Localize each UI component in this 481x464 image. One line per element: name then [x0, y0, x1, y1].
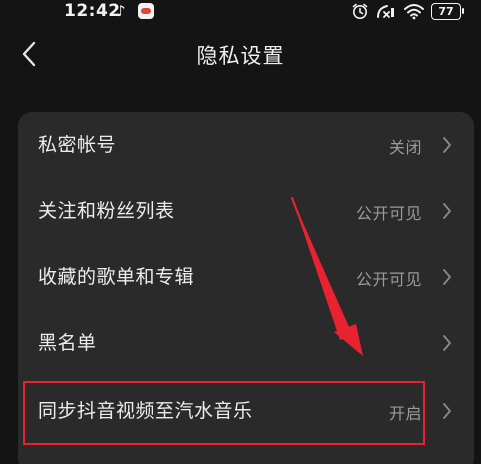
page-title: 隐私设置 [196, 44, 285, 68]
chevron-right-icon [443, 335, 451, 351]
setting-label: 收藏的歌单和专辑 [38, 266, 195, 288]
status-time: 12:42 [64, 1, 121, 21]
battery-indicator: 77 [431, 2, 464, 20]
setting-row-blacklist[interactable]: 黑名单 [18, 310, 474, 376]
app-notification-icon [138, 3, 154, 19]
status-bar: 12:42 ♪ 77 [0, 0, 481, 24]
chevron-right-icon [443, 137, 451, 153]
setting-value: 公开可见 [355, 204, 422, 223]
screen: 12:42 ♪ 77 隐私设置 私密帐号 关闭 关注和粉丝列表 公开可见 收藏的… [0, 0, 481, 464]
status-icons: 77 [351, 2, 464, 20]
chevron-right-icon [443, 203, 451, 219]
setting-label: 同步抖音视频至汽水音乐 [38, 400, 253, 422]
setting-value: 开启 [388, 404, 422, 423]
setting-row-saved-playlists[interactable]: 收藏的歌单和专辑 公开可见 [18, 244, 474, 310]
chevron-right-icon [443, 403, 451, 419]
wifi-icon [404, 4, 424, 20]
setting-value: 公开可见 [355, 270, 422, 289]
chevron-right-icon [443, 269, 451, 285]
setting-row-sync-douyin[interactable]: 同步抖音视频至汽水音乐 开启 [18, 378, 474, 444]
setting-label: 私密帐号 [38, 134, 117, 156]
signal-off-icon [377, 5, 394, 18]
alarm-icon [352, 3, 368, 19]
privacy-settings-list: 私密帐号 关闭 关注和粉丝列表 公开可见 收藏的歌单和专辑 公开可见 黑名单 同… [18, 112, 474, 464]
music-note-icon: ♪ [116, 2, 126, 20]
setting-value: 关闭 [388, 138, 422, 157]
setting-label: 黑名单 [38, 332, 97, 354]
setting-row-follow-fans-list[interactable]: 关注和粉丝列表 公开可见 [18, 178, 474, 244]
nav-bar: 隐私设置 [0, 28, 481, 80]
setting-row-private-account[interactable]: 私密帐号 关闭 [18, 112, 474, 178]
setting-label: 关注和粉丝列表 [38, 200, 175, 222]
